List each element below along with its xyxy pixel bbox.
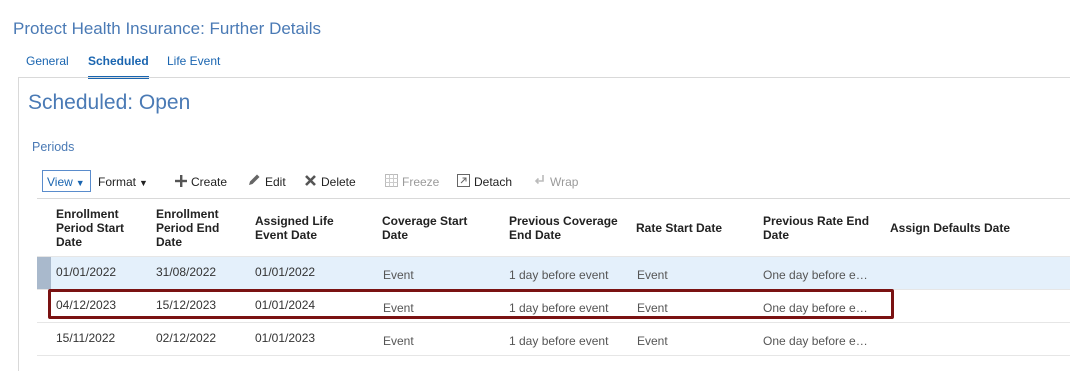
close-icon (304, 171, 317, 195)
cell-prev-rate-end: One day before e… (763, 334, 868, 348)
cell-enrollment-end: 02/12/2022 (156, 331, 217, 345)
column-header[interactable]: Previous Coverage End Date (509, 207, 631, 249)
cell-enrollment-start: 04/12/2023 (56, 298, 117, 312)
pencil-icon (247, 171, 261, 195)
cell-enrollment-end: 15/12/2023 (156, 298, 217, 312)
wrap-icon (533, 171, 546, 195)
table-row[interactable]: 01/01/2022 31/08/2022 01/01/2022 Event 1… (37, 256, 1070, 289)
column-header[interactable]: Enrollment Period End Date (156, 207, 246, 249)
column-header[interactable]: Rate Start Date (636, 207, 748, 249)
chevron-down-icon: ▼ (139, 178, 148, 188)
freeze-label: Freeze (402, 175, 440, 189)
column-header[interactable]: Previous Rate End Date (763, 207, 881, 249)
format-menu-button[interactable]: Format ▼ (98, 170, 148, 194)
cell-prev-rate-end: One day before e… (763, 268, 868, 282)
cell-enrollment-start: 15/11/2022 (56, 331, 116, 345)
column-header[interactable]: Coverage Start Date (382, 207, 492, 249)
page-title: Protect Health Insurance: Further Detail… (13, 19, 322, 38)
cell-life-event-date: 01/01/2024 (255, 298, 316, 312)
view-menu-button[interactable]: View ▼ (42, 170, 91, 192)
edit-button[interactable]: Edit (247, 170, 286, 194)
tab-scheduled[interactable]: Scheduled (88, 54, 149, 79)
chevron-down-icon: ▼ (75, 178, 85, 188)
wrap-button[interactable]: Wrap (533, 170, 578, 194)
detach-label: Detach (474, 175, 513, 189)
cell-rate-start: Event (637, 268, 668, 282)
cell-coverage-start: Event (383, 301, 414, 315)
tab-general[interactable]: General (26, 54, 69, 76)
wrap-label: Wrap (550, 175, 579, 189)
panel-border (18, 77, 19, 371)
cell-enrollment-end: 31/08/2022 (156, 265, 217, 279)
tab-divider (18, 77, 1070, 78)
cell-prev-rate-end: One day before e… (763, 301, 868, 315)
section-title: Scheduled: Open (28, 91, 191, 114)
freeze-button[interactable]: Freeze (385, 170, 439, 194)
table-header: Enrollment Period Start Date Enrollment … (37, 198, 1070, 257)
edit-label: Edit (265, 175, 286, 189)
view-label: View (47, 175, 73, 189)
cell-life-event-date: 01/01/2023 (255, 331, 316, 345)
format-label: Format (98, 175, 137, 189)
cell-life-event-date: 01/01/2022 (255, 265, 316, 279)
periods-heading: Periods (32, 140, 75, 154)
delete-label: Delete (321, 175, 356, 189)
detach-button[interactable]: Detach (457, 170, 512, 194)
cell-prev-coverage-end: 1 day before event (509, 301, 609, 315)
cell-rate-start: Event (637, 301, 668, 315)
detach-icon (457, 171, 470, 195)
cell-rate-start: Event (637, 334, 668, 348)
cell-enrollment-start: 01/01/2022 (56, 265, 117, 279)
column-header[interactable]: Assigned Life Event Date (255, 207, 355, 249)
column-header[interactable]: Assign Defaults Date (890, 207, 1060, 249)
cell-coverage-start: Event (383, 268, 414, 282)
freeze-icon (385, 171, 398, 195)
column-header[interactable]: Enrollment Period Start Date (56, 207, 146, 249)
plus-icon (175, 171, 187, 195)
table-row[interactable]: 15/11/2022 02/12/2022 01/01/2023 Event 1… (37, 322, 1070, 356)
row-selected-indicator (37, 257, 51, 289)
delete-button[interactable]: Delete (304, 170, 356, 194)
cell-prev-coverage-end: 1 day before event (509, 334, 609, 348)
tab-life-event[interactable]: Life Event (167, 54, 220, 76)
create-button[interactable]: Create (175, 170, 227, 194)
table-row[interactable]: 04/12/2023 15/12/2023 01/01/2024 Event 1… (37, 289, 1070, 322)
cell-coverage-start: Event (383, 334, 414, 348)
cell-prev-coverage-end: 1 day before event (509, 268, 609, 282)
create-label: Create (191, 175, 228, 189)
